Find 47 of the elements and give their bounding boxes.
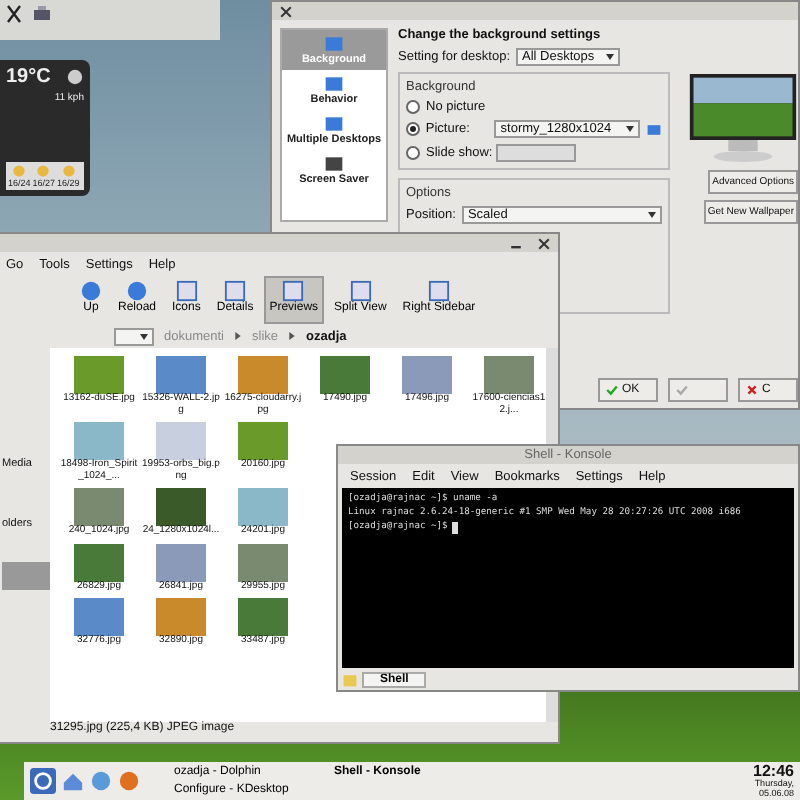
image-thumbnail[interactable] bbox=[156, 422, 206, 460]
image-thumbnail[interactable] bbox=[74, 422, 124, 460]
monitor-preview-drawing bbox=[688, 72, 798, 164]
window-view-icon bbox=[427, 280, 450, 302]
round-button-icon bbox=[126, 280, 148, 302]
chevron-icon bbox=[234, 332, 242, 340]
window-view-icon bbox=[224, 280, 247, 302]
image-thumbnail[interactable] bbox=[238, 488, 288, 526]
image-thumbnail[interactable] bbox=[484, 356, 534, 394]
checkmark-icon bbox=[606, 384, 618, 396]
printer-icon[interactable] bbox=[32, 4, 52, 24]
home-icon[interactable] bbox=[62, 770, 84, 792]
window-view-icon bbox=[282, 280, 305, 302]
image-thumbnail[interactable] bbox=[238, 543, 288, 581]
image-thumbnail[interactable] bbox=[156, 598, 206, 636]
cursor bbox=[451, 521, 458, 534]
places-dropdown[interactable] bbox=[114, 327, 154, 345]
image-thumbnail[interactable] bbox=[74, 356, 124, 394]
radio-button[interactable] bbox=[406, 122, 420, 136]
image-thumbnail[interactable] bbox=[74, 488, 124, 526]
image-thumbnail[interactable] bbox=[402, 356, 452, 394]
close-icon[interactable] bbox=[278, 3, 294, 19]
image-thumbnail[interactable] bbox=[156, 543, 206, 581]
radio-button[interactable] bbox=[406, 146, 420, 160]
image-thumbnail[interactable] bbox=[320, 356, 370, 394]
image-thumbnail[interactable] bbox=[156, 356, 206, 394]
round-button-icon bbox=[80, 280, 102, 302]
cross-icon bbox=[746, 384, 758, 396]
window-view-icon bbox=[349, 280, 372, 302]
close-icon[interactable] bbox=[536, 235, 552, 251]
window-view-icon bbox=[175, 280, 198, 302]
image-thumbnail[interactable] bbox=[238, 422, 288, 460]
image-thumbnail[interactable] bbox=[74, 598, 124, 636]
monitor-icon bbox=[324, 154, 344, 174]
image-thumbnail[interactable] bbox=[238, 356, 288, 394]
chevron-icon bbox=[288, 332, 297, 340]
slideshow-field[interactable] bbox=[496, 144, 576, 162]
k-menu-icon[interactable] bbox=[30, 768, 56, 794]
new-tab-icon[interactable] bbox=[342, 671, 358, 687]
image-thumbnail[interactable] bbox=[74, 543, 124, 581]
clock-time: 12:46 bbox=[753, 764, 794, 780]
image-thumbnail[interactable] bbox=[156, 488, 206, 526]
radio-button[interactable] bbox=[406, 100, 420, 114]
temperature-text: 19°C bbox=[6, 66, 51, 88]
folder-icon[interactable] bbox=[646, 121, 662, 137]
checkmark-icon bbox=[676, 384, 688, 396]
image-thumbnail[interactable] bbox=[238, 598, 288, 636]
